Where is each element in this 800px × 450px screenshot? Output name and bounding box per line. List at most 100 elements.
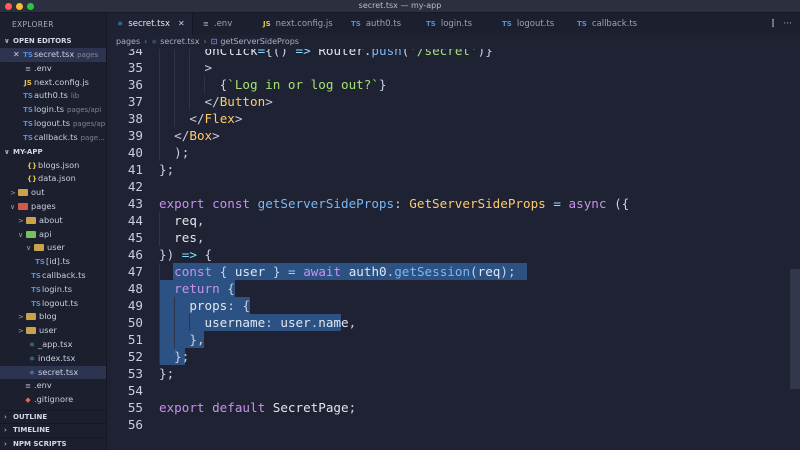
folder-icon xyxy=(26,216,36,224)
code-text: </Button> xyxy=(204,94,273,109)
close-icon[interactable]: ✕ xyxy=(13,48,20,62)
open-editors-header[interactable]: ∨ OPEN EDITORS xyxy=(0,35,106,48)
code-line[interactable]: 52 }; xyxy=(107,348,800,365)
chevron-down-icon: ∨ xyxy=(4,147,10,156)
chevron-right-icon: › xyxy=(4,412,7,421)
line-number: 41 xyxy=(127,162,143,177)
code-text: onClick={() => Router.push('/secret')} xyxy=(204,49,493,58)
folder-item[interactable]: > user xyxy=(0,324,106,338)
code-text: username: user.name, xyxy=(204,315,357,330)
tab-login[interactable]: TS login.ts xyxy=(416,13,472,35)
code-line[interactable]: 41}; xyxy=(107,161,800,178)
outline-header[interactable]: › OUTLINE xyxy=(0,409,106,424)
code-text: export default SecretPage; xyxy=(159,400,357,415)
folder-icon xyxy=(18,189,28,197)
line-number: 48 xyxy=(127,281,143,296)
tab-env[interactable]: ≡ .env xyxy=(193,13,232,35)
folder-item[interactable]: ∨ pages xyxy=(0,200,106,214)
tab-secret-tsx[interactable]: ⚛ secret.tsx ✕ xyxy=(107,13,193,35)
file-item[interactable]: TScallback.ts xyxy=(0,269,106,283)
file-item[interactable]: {}blogs.json xyxy=(0,159,106,173)
typescript-icon: TS xyxy=(502,20,512,28)
code-line[interactable]: 49 props: { xyxy=(107,297,800,314)
file-item-selected[interactable]: ⚛ secret.tsx xyxy=(0,365,106,380)
code-line[interactable]: 51 }, xyxy=(107,331,800,348)
chevron-right-icon: > xyxy=(10,189,16,198)
code-line[interactable]: 53}; xyxy=(107,365,800,382)
git-icon: ◆ xyxy=(25,396,31,405)
open-editor-item[interactable]: TSlogout.ts pages/api xyxy=(0,117,106,131)
folder-item[interactable]: > out xyxy=(0,186,106,200)
close-icon[interactable]: ✕ xyxy=(178,19,185,28)
typescript-icon: TS xyxy=(31,285,41,294)
code-line[interactable]: 48 return { xyxy=(107,280,800,297)
code-line[interactable]: 34 onClick={() => Router.push('/secret')… xyxy=(107,49,800,59)
file-item[interactable]: TSlogout.ts xyxy=(0,297,106,311)
explorer-title: EXPLORER xyxy=(12,20,54,29)
code-line[interactable]: 50 username: user.name, xyxy=(107,314,800,331)
line-number: 52 xyxy=(127,349,143,364)
line-number: 39 xyxy=(127,128,143,143)
tab-auth0[interactable]: TS auth0.ts xyxy=(341,13,401,35)
file-item[interactable]: ⚛ index.tsx xyxy=(0,352,106,366)
breadcrumb-symbol[interactable]: getServerSideProps xyxy=(220,37,299,46)
code-text: const { user } = await auth0.getSession(… xyxy=(174,264,516,279)
line-number: 46 xyxy=(127,247,143,262)
line-number: 47 xyxy=(127,264,143,279)
code-line[interactable]: 37 </Button> xyxy=(107,93,800,110)
file-item[interactable]: TS[id].ts xyxy=(0,255,106,269)
open-editor-item[interactable]: TSauth0.ts lib xyxy=(0,89,106,103)
typescript-icon: TS xyxy=(35,258,45,267)
open-editor-item[interactable]: ≡ .env xyxy=(0,62,106,76)
folder-item[interactable]: ∨ api xyxy=(0,228,106,242)
folder-item[interactable]: > blog xyxy=(0,310,106,324)
code-line[interactable]: 43 export const getServerSideProps: GetSe… xyxy=(107,195,800,212)
code-line[interactable]: 45 res, xyxy=(107,229,800,246)
open-editor-item[interactable]: TSlogin.ts pages/api xyxy=(0,103,106,117)
split-editor-icon[interactable]: ⫿ xyxy=(772,19,775,29)
code-line[interactable]: 38 </Flex> xyxy=(107,110,800,127)
file-item[interactable]: TSlogin.ts xyxy=(0,283,106,297)
line-number: 34 xyxy=(127,49,143,58)
line-number: 40 xyxy=(127,145,143,160)
window-title: secret.tsx — my-app xyxy=(358,1,442,10)
open-editor-item[interactable]: ✕ TSsecret.tsx pages xyxy=(0,48,106,62)
file-item[interactable]: ⚛ _app.tsx xyxy=(0,338,106,352)
timeline-header[interactable]: › TIMELINE xyxy=(0,423,106,437)
breadcrumb-file[interactable]: secret.tsx xyxy=(160,37,199,46)
chevron-right-icon: > xyxy=(18,327,24,336)
code-line[interactable]: 55 export default SecretPage; xyxy=(107,399,800,416)
more-actions-icon[interactable]: ··· xyxy=(783,19,792,29)
file-item[interactable]: ◆ .gitignore xyxy=(0,393,106,407)
code-editor[interactable]: 34 onClick={() => Router.push('/secret')… xyxy=(107,49,800,450)
json-icon: {} xyxy=(27,175,37,184)
project-header[interactable]: ∨ MY-APP xyxy=(0,146,106,159)
tab-logout[interactable]: TS logout.ts xyxy=(492,13,554,35)
folder-item[interactable]: ∨ user xyxy=(0,241,106,255)
npm-scripts-header[interactable]: › NPM SCRIPTS xyxy=(0,436,106,450)
code-line[interactable]: 42 xyxy=(107,178,800,195)
code-line[interactable]: 54 xyxy=(107,382,800,399)
code-line[interactable]: 56 xyxy=(107,416,800,433)
file-item[interactable]: {}data.json xyxy=(0,172,106,186)
code-line[interactable]: 35 > xyxy=(107,59,800,76)
open-editor-item[interactable]: TScallback.ts page... xyxy=(0,131,106,145)
code-line[interactable]: 39 </Box> xyxy=(107,127,800,144)
env-file-icon: ≡ xyxy=(203,20,209,28)
react-icon: ⚛ xyxy=(117,20,124,28)
code-line[interactable]: 44 req, xyxy=(107,212,800,229)
breadcrumb-folder[interactable]: pages xyxy=(116,37,140,46)
chevron-right-icon: > xyxy=(18,313,24,322)
folder-item[interactable]: > about xyxy=(0,214,106,228)
editor-scrollbar[interactable] xyxy=(790,269,800,389)
file-item[interactable]: ≡ .env xyxy=(0,379,106,393)
code-line[interactable]: 40 ); xyxy=(107,144,800,161)
code-line[interactable]: 36 {`Log in or log out?`} xyxy=(107,76,800,93)
code-line[interactable]: 47 const { user } = await auth0.getSessi… xyxy=(107,263,800,280)
open-editor-item[interactable]: JS next.config.js xyxy=(0,76,106,90)
tab-callback[interactable]: TS callback.ts xyxy=(567,13,637,35)
line-number: 49 xyxy=(127,298,143,313)
code-line[interactable]: 46}) => { xyxy=(107,246,800,263)
typescript-icon: TS xyxy=(23,92,33,101)
tab-next-config[interactable]: JS next.config.js xyxy=(253,13,333,35)
